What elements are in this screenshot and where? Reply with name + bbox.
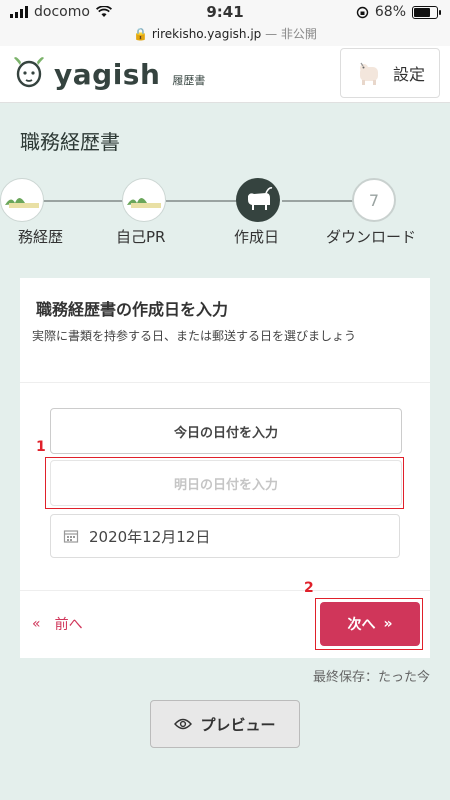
calendar-icon [63, 530, 79, 543]
address-bar[interactable]: 🔒 rirekisho.yagish.jp — 非公開 [0, 25, 450, 42]
grass-icon [127, 198, 161, 208]
form-title: 職務経歴書の作成日を入力 [36, 300, 229, 319]
prev-button[interactable]: « 前へ [32, 614, 83, 634]
settings-label: 設定 [392, 65, 425, 84]
divider [20, 590, 430, 591]
annotation-number-2: 2 [304, 580, 314, 596]
settings-button[interactable]: 設定 [340, 48, 440, 98]
goat-icon [248, 187, 273, 210]
page-title: 職務経歴書 [20, 130, 120, 154]
step-label-career: 務経歴 [18, 228, 64, 246]
battery-icon [412, 5, 441, 19]
date-value: 2020年12月12日 [89, 527, 211, 546]
step-career[interactable] [0, 178, 44, 222]
date-input[interactable]: 2020年12月12日 [50, 514, 400, 558]
step-date[interactable] [236, 178, 280, 222]
step-number: 7 [368, 190, 380, 210]
step-connector [40, 200, 126, 202]
goat-settings-icon [359, 62, 378, 85]
step-label-date: 作成日 [234, 228, 280, 246]
step-connector [166, 200, 238, 202]
preview-label: プレビュー [200, 715, 276, 734]
step-self-pr[interactable] [122, 178, 166, 222]
highlight-box-next [315, 598, 423, 650]
highlight-box-tomorrow [45, 457, 404, 509]
double-chevron-left-icon: « [32, 616, 41, 632]
logo[interactable]: yagish 履歴書 [12, 52, 205, 92]
url-privacy: — 非公開 [265, 27, 317, 41]
status-bar: docomo 9:41 68% 🔒 rirekisho.yagish.jp — … [0, 0, 450, 46]
orientation-lock-icon [356, 6, 369, 18]
step-download[interactable]: 7 [352, 178, 396, 222]
save-status: 最終保存：たった今 [312, 670, 430, 685]
grass-icon [5, 198, 39, 208]
lock-icon: 🔒 [133, 27, 149, 41]
eye-icon [174, 718, 193, 730]
step-label-self-pr: 自己PR [116, 228, 166, 246]
today-date-button[interactable]: 今日の日付を入力 [50, 408, 402, 454]
step-connector [282, 200, 354, 202]
annotation-number-1: 1 [36, 439, 46, 455]
battery-area: 68% [356, 4, 441, 20]
app-header: yagish 履歴書 設定 [0, 46, 450, 103]
logo-subtitle: 履歴書 [172, 74, 206, 87]
divider [20, 382, 430, 383]
logo-text: yagish [54, 58, 161, 91]
url-text: rirekisho.yagish.jp [151, 27, 262, 41]
step-label-download: ダウンロード [326, 228, 417, 246]
goat-logo-icon [14, 57, 44, 88]
form-description: 実際に書類を持参する日、または郵送する日を選びましょう [32, 329, 357, 343]
prev-label: 前へ [54, 617, 83, 633]
preview-button[interactable]: プレビュー [150, 700, 300, 748]
progress-stepper: 7 務経歴 自己PR 作成日 ダウンロード [0, 178, 450, 248]
battery-percent: 68% [374, 4, 406, 20]
